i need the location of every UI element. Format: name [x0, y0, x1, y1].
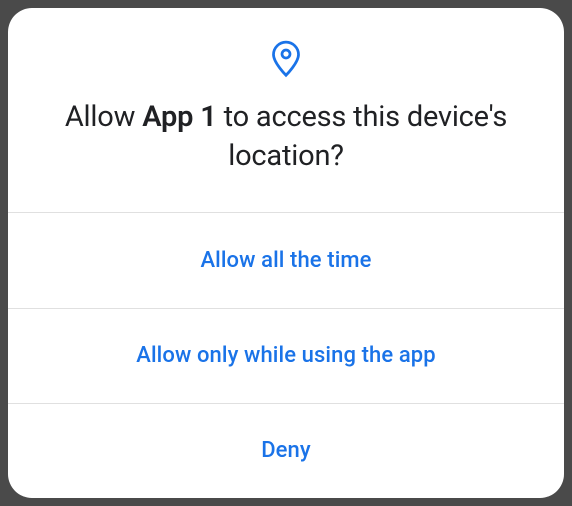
- allow-always-button[interactable]: Allow all the time: [8, 212, 564, 307]
- icon-container: [48, 40, 524, 78]
- title-suffix: to access this device's location?: [217, 100, 508, 173]
- permission-dialog: Allow App 1 to access this device's loca…: [8, 8, 564, 498]
- dialog-header: Allow App 1 to access this device's loca…: [8, 8, 564, 212]
- title-prefix: Allow: [65, 100, 142, 134]
- options-list: Allow all the time Allow only while usin…: [8, 212, 564, 498]
- app-name: App 1: [142, 100, 216, 134]
- dialog-title: Allow App 1 to access this device's loca…: [48, 98, 524, 176]
- location-pin-icon: [271, 40, 301, 78]
- deny-button[interactable]: Deny: [8, 403, 564, 498]
- allow-while-using-button[interactable]: Allow only while using the app: [8, 308, 564, 403]
